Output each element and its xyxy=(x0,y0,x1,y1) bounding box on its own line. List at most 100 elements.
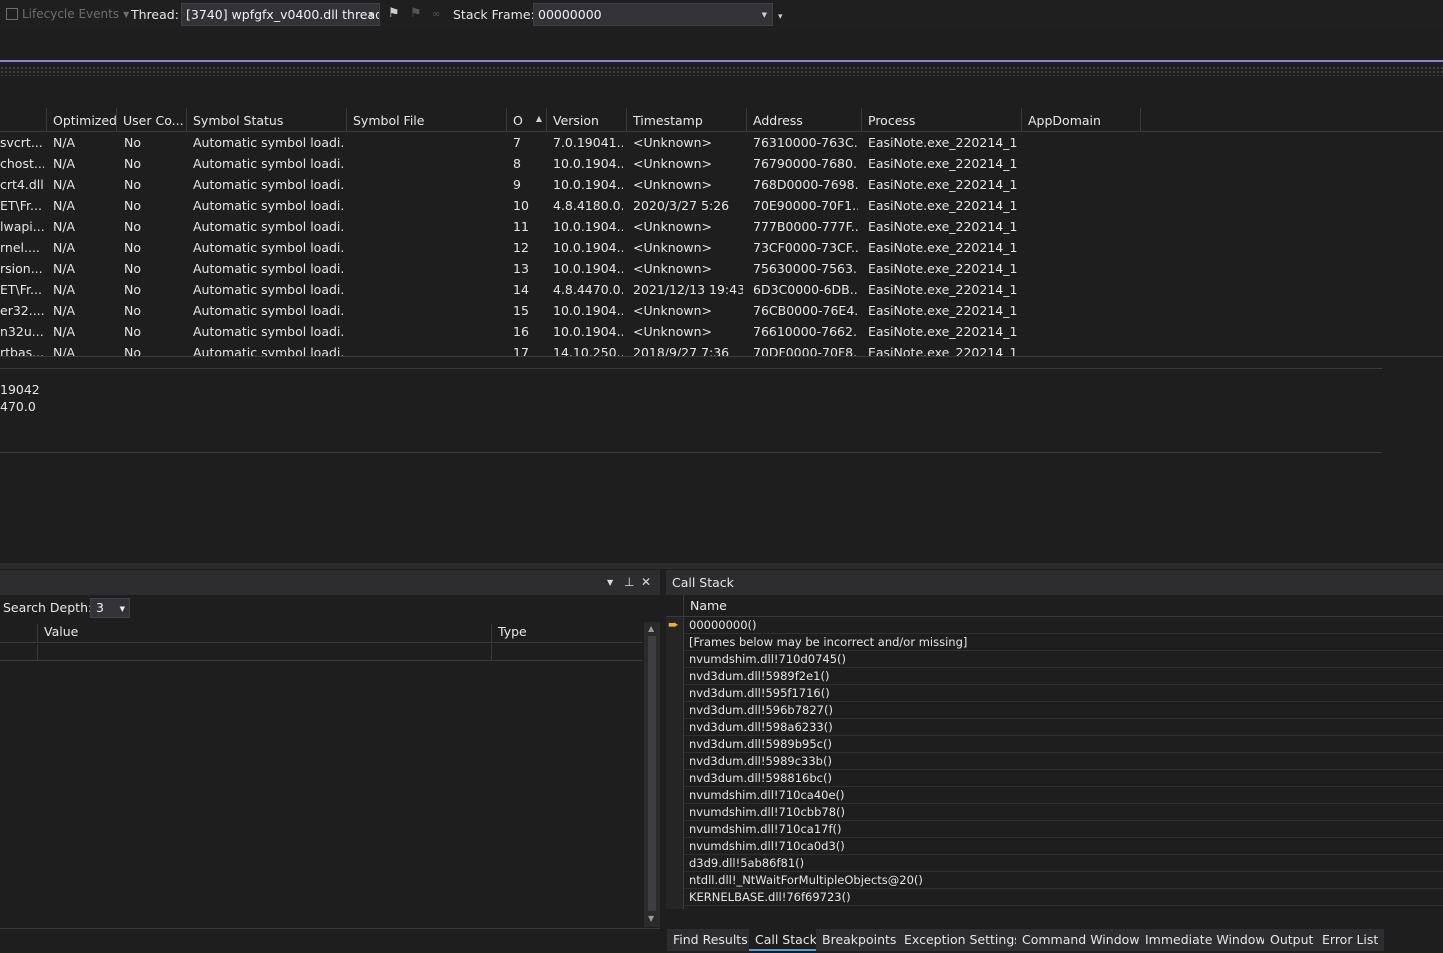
cell-optimized: N/A xyxy=(53,177,76,192)
table-row[interactable]: lwapi.... N/A No Automatic symbol loadi... 1… xyxy=(0,216,1443,237)
cell-optimized: N/A xyxy=(53,240,76,255)
call-stack-frame-row[interactable]: 00000000() xyxy=(684,617,1443,634)
window-position-dropdown-icon[interactable]: ▼ xyxy=(607,578,613,587)
lifecycle-events-label: Lifecycle Events xyxy=(22,7,120,21)
call-stack-frame-row[interactable]: nvd3dum.dll!5989f2e1() xyxy=(684,668,1443,685)
call-stack-frame-name: nvumdshim.dll!710ca40e() xyxy=(689,788,845,802)
cell-optimized: N/A xyxy=(53,156,76,171)
cell-name: rnel.... xyxy=(0,240,40,255)
call-stack-frame-row[interactable]: nvumdshim.dll!710ca0d3() xyxy=(684,838,1443,855)
cell-version: 14.10.250... xyxy=(553,345,623,356)
tab-exception-settings[interactable]: Exception Settings xyxy=(898,929,1027,951)
pin-icon[interactable]: ⊥ xyxy=(624,575,634,589)
table-row[interactable]: svcrt.... N/A No Automatic symbol loadi... 7… xyxy=(0,132,1443,153)
debug-location-toolbar: Lifecycle Events ▼ Thread: [3740] wpfgfx_… xyxy=(0,0,1443,30)
call-stack-frame-row[interactable]: nvd3dum.dll!598816bc() xyxy=(684,770,1443,787)
column-header-appdomain[interactable]: AppDomain xyxy=(1021,108,1141,132)
column-header-process[interactable]: Process xyxy=(861,108,1021,132)
call-stack-frame-row[interactable]: d3d9.dll!5ab86f81() xyxy=(684,855,1443,872)
lifecycle-events-button[interactable]: Lifecycle Events ▼ xyxy=(6,7,129,21)
thread-combobox[interactable]: [3740] wpfgfx_v0400.dll thread ▼ xyxy=(181,3,380,26)
cell-address: 76310000-763C... xyxy=(753,135,858,150)
cell-optimized: N/A xyxy=(53,261,76,276)
flag-thread-icon[interactable]: ⚑ xyxy=(388,6,400,21)
tab-error-list[interactable]: Error List xyxy=(1316,929,1385,951)
column-header-name[interactable]: Name xyxy=(690,598,727,613)
column-header-address[interactable]: Address xyxy=(746,108,861,132)
chevron-down-icon: ▼ xyxy=(368,11,374,19)
table-row[interactable]: n32u.... N/A No Automatic symbol loadi... 16… xyxy=(0,321,1443,342)
scroll-down-icon[interactable]: ▼ xyxy=(648,914,654,923)
cell-symbol-status: Automatic symbol loadi... xyxy=(193,177,343,192)
cell-optimized: N/A xyxy=(53,135,76,150)
stack-frame-combobox[interactable]: 00000000 ▼ xyxy=(533,3,773,26)
cell-process: EasiNote.exe_220214_1... xyxy=(868,135,1018,150)
table-row[interactable] xyxy=(0,644,643,661)
table-row[interactable]: rtbas... N/A No Automatic symbol loadi... 17… xyxy=(0,342,1443,356)
autos-vertical-scrollbar[interactable]: ▲ ▼ xyxy=(644,622,660,927)
column-header-timestamp[interactable]: Timestamp xyxy=(626,108,746,132)
table-row[interactable]: ET\Fr... N/A No Automatic symbol loadi... 10… xyxy=(0,195,1443,216)
column-header-value[interactable]: Value xyxy=(37,624,491,643)
column-header-symbol-file[interactable]: Symbol File xyxy=(346,108,506,132)
cell-user-code: No xyxy=(124,345,141,356)
panel-splitter[interactable] xyxy=(0,563,1443,569)
cell-user-code: No xyxy=(124,135,141,150)
column-header-optimized[interactable]: Optimized xyxy=(46,108,116,132)
call-stack-frame-row[interactable]: nvd3dum.dll!5989b95c() xyxy=(684,736,1443,753)
cell-order: 17 xyxy=(513,345,529,356)
cell-version: 10.0.1904... xyxy=(553,324,623,339)
table-row[interactable]: ET\Fr... N/A No Automatic symbol loadi... 14… xyxy=(0,279,1443,300)
stack-frame-combobox-value: 00000000 xyxy=(538,7,602,22)
tab-breakpoints[interactable]: Breakpoints xyxy=(816,929,903,951)
call-stack-frame-row[interactable]: ntdll.dll!_NtWaitForMultipleObjects@20() xyxy=(684,872,1443,889)
column-header-type[interactable]: Type xyxy=(491,624,643,643)
call-stack-frame-row[interactable]: nvumdshim.dll!710ca40e() xyxy=(684,787,1443,804)
call-stack-frame-row[interactable]: nvd3dum.dll!595f1716() xyxy=(684,685,1443,702)
scroll-up-icon[interactable]: ▲ xyxy=(648,624,654,633)
column-header-user-code[interactable]: User Co... xyxy=(116,108,186,132)
tab-immediate-window[interactable]: Immediate Window xyxy=(1139,929,1272,951)
call-stack-frame-row[interactable]: nvd3dum.dll!596b7827() xyxy=(684,702,1443,719)
cell-order: 8 xyxy=(513,156,521,171)
call-stack-frame-row[interactable]: nvumdshim.dll!710cbb78() xyxy=(684,804,1443,821)
column-header-version[interactable]: Version xyxy=(546,108,626,132)
table-row[interactable]: chost.... N/A No Automatic symbol loadi... 8… xyxy=(0,153,1443,174)
table-row[interactable]: er32.... N/A No Automatic symbol loadi... 15… xyxy=(0,300,1443,321)
tab-command-window[interactable]: Command Window xyxy=(1016,929,1146,951)
close-icon[interactable]: ✕ xyxy=(641,575,651,589)
cell-name: ET\Fr... xyxy=(0,198,42,213)
scrollbar-thumb[interactable] xyxy=(648,636,656,911)
tab-call-stack[interactable]: Call Stack xyxy=(749,929,823,951)
cell-timestamp: <Unknown> xyxy=(633,240,712,255)
call-stack-frame-row[interactable]: [Frames below may be incorrect and/or mi… xyxy=(684,634,1443,651)
show-threads-icon[interactable]: ∞ xyxy=(432,9,440,20)
toolbar-overflow-icon[interactable]: ▾ xyxy=(778,12,783,22)
cell-order: 15 xyxy=(513,303,529,318)
cell-symbol-status: Automatic symbol loadi... xyxy=(193,135,343,150)
call-stack-frame-row[interactable]: nvd3dum.dll!598a6233() xyxy=(684,719,1443,736)
table-row[interactable]: rsion.... N/A No Automatic symbol loadi... 1… xyxy=(0,258,1443,279)
chevron-down-icon: ▼ xyxy=(761,11,767,19)
autos-panel: ▼ ⊥ ✕ Search Depth: 3 ▼ Value Type ▲ ▼ xyxy=(0,570,660,953)
cell-optimized: N/A xyxy=(53,303,76,318)
cell-address: 76CB0000-76E4... xyxy=(753,303,858,318)
cell-symbol-status: Automatic symbol loadi... xyxy=(193,324,343,339)
cell-version: 10.0.1904... xyxy=(553,240,623,255)
flag-all-threads-icon[interactable]: ⚑ xyxy=(410,6,422,21)
call-stack-frame-name: nvd3dum.dll!595f1716() xyxy=(689,686,830,700)
tab-find-results[interactable]: Find Results xyxy=(667,929,754,951)
column-header-order[interactable]: O ▲ xyxy=(506,108,546,132)
tab-output[interactable]: Output xyxy=(1264,929,1320,951)
cell-version: 7.0.19041.... xyxy=(553,135,623,150)
call-stack-frame-row[interactable]: nvumdshim.dll!710ca17f() xyxy=(684,821,1443,838)
cell-timestamp: 2018/9/27 7:36 xyxy=(633,345,730,356)
table-row[interactable]: rnel.... N/A No Automatic symbol loadi... 12… xyxy=(0,237,1443,258)
table-row[interactable]: crt4.dll N/A No Automatic symbol loadi... 9 1… xyxy=(0,174,1443,195)
cell-timestamp: <Unknown> xyxy=(633,324,712,339)
column-header-symbol-status[interactable]: Symbol Status xyxy=(186,108,346,132)
call-stack-frame-row[interactable]: nvd3dum.dll!5989c33b() xyxy=(684,753,1443,770)
call-stack-frame-row[interactable]: nvumdshim.dll!710d0745() xyxy=(684,651,1443,668)
search-depth-combobox[interactable]: 3 ▼ xyxy=(90,598,130,618)
call-stack-frame-row[interactable]: KERNELBASE.dll!76f69723() xyxy=(684,889,1443,906)
